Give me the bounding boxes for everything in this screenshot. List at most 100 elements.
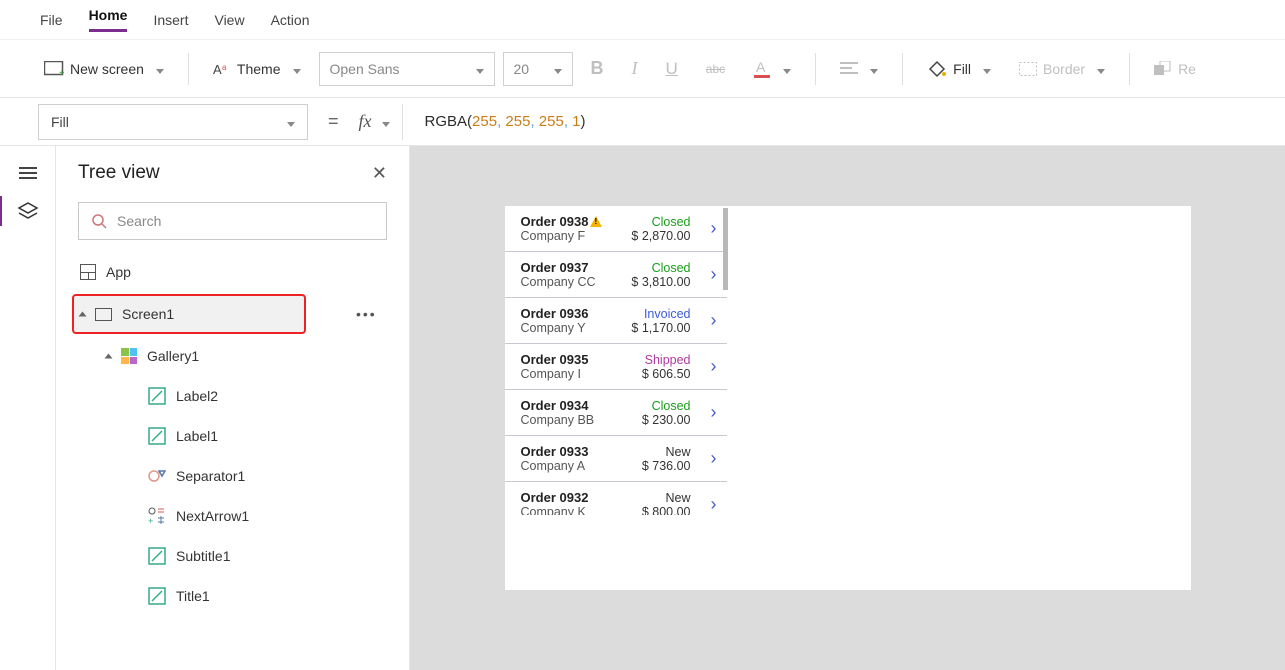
- menu-view[interactable]: View: [214, 12, 244, 28]
- chevron-down-icon: [977, 61, 991, 77]
- chevron-right-icon[interactable]: ›: [697, 448, 717, 469]
- bold-button[interactable]: B: [581, 52, 614, 85]
- new-screen-button[interactable]: + New screen: [34, 55, 174, 83]
- order-title: Order 0938: [521, 214, 626, 229]
- order-company: Company I: [521, 367, 636, 381]
- gallery-item[interactable]: Order 0936Invoiced›Company Y$ 1,170.00: [505, 298, 727, 344]
- chevron-right-icon[interactable]: ›: [697, 402, 717, 423]
- chevron-right-icon[interactable]: ›: [697, 264, 717, 285]
- chevron-right-icon[interactable]: ›: [697, 356, 717, 377]
- order-title: Order 0937: [521, 260, 626, 275]
- order-company: Company K: [521, 505, 636, 515]
- gallery-item[interactable]: Order 0935 Shipped › Company I $ 606.50: [505, 344, 727, 390]
- chevron-right-icon[interactable]: ›: [697, 310, 717, 331]
- menu-insert[interactable]: Insert: [153, 12, 188, 28]
- main-area: Tree view ✕ Search App Screen1 •••: [0, 146, 1285, 670]
- panel-title: Tree view: [78, 162, 160, 184]
- order-status: Closed: [631, 215, 690, 229]
- order-status: Closed: [642, 399, 691, 413]
- underline-button[interactable]: U: [656, 53, 688, 85]
- order-amount: $ 606.50: [642, 367, 691, 381]
- font-size-combo[interactable]: 20: [503, 52, 573, 86]
- chevron-down-icon: [470, 61, 484, 77]
- order-company: Company Y: [521, 321, 626, 335]
- formula-input[interactable]: RGBA(255, 255, 255, 1): [402, 104, 1285, 140]
- screen-preview[interactable]: Order 0938Closed›Company F$ 2,870.00Orde…: [505, 206, 1191, 590]
- order-amount: $ 2,870.00: [631, 229, 690, 243]
- svg-text:A: A: [756, 59, 766, 75]
- search-input[interactable]: Search: [78, 202, 387, 240]
- gallery-item[interactable]: Order 0937Closed›Company CC$ 3,810.00: [505, 252, 727, 298]
- expand-icon[interactable]: [105, 354, 113, 359]
- order-amount: $ 736.00: [642, 459, 691, 473]
- tree-view-tab[interactable]: [17, 200, 39, 222]
- menu-file[interactable]: File: [40, 12, 63, 28]
- design-canvas[interactable]: Order 0938Closed›Company F$ 2,870.00Orde…: [410, 146, 1285, 670]
- chevron-right-icon[interactable]: ›: [697, 218, 717, 239]
- fx-button[interactable]: fx: [359, 111, 390, 132]
- border-button[interactable]: Border: [1009, 55, 1115, 83]
- tree-label: Screen1: [122, 306, 174, 322]
- separator: [902, 53, 903, 85]
- tree: App Screen1 ••• Gallery1 Label2: [56, 252, 409, 616]
- fill-button[interactable]: Fill: [917, 54, 1001, 84]
- chevron-right-icon[interactable]: ›: [697, 494, 717, 515]
- order-amount: $ 3,810.00: [631, 275, 690, 289]
- formula-bar: Fill = fx RGBA(255, 255, 255, 1): [0, 98, 1285, 146]
- menu-home[interactable]: Home: [89, 7, 128, 32]
- separator: [1129, 53, 1130, 85]
- reorder-button[interactable]: Re: [1144, 55, 1206, 83]
- order-amount: $ 230.00: [642, 413, 691, 427]
- new-screen-icon: +: [44, 61, 64, 76]
- italic-button[interactable]: I: [622, 52, 648, 85]
- tree-node-subtitle1[interactable]: Subtitle1: [78, 536, 409, 576]
- tree-label: Gallery1: [147, 348, 199, 364]
- gallery-item[interactable]: Order 0934Closed›Company BB$ 230.00: [505, 390, 727, 436]
- separator: [188, 53, 189, 85]
- tree-label: Title1: [176, 588, 210, 604]
- chevron-down-icon: [150, 61, 164, 77]
- order-status: Shipped: [642, 353, 691, 367]
- menu-action[interactable]: Action: [271, 12, 310, 28]
- svg-text:A: A: [213, 62, 222, 77]
- gallery-item[interactable]: Order 0933New›Company A$ 736.00: [505, 436, 727, 482]
- font-family-combo[interactable]: Open Sans: [319, 52, 495, 86]
- gallery-preview[interactable]: Order 0938Closed›Company F$ 2,870.00Orde…: [505, 206, 727, 515]
- tree-node-gallery1[interactable]: Gallery1: [78, 336, 409, 376]
- svg-text:+: +: [59, 68, 64, 76]
- order-company: Company F: [521, 229, 626, 243]
- tree-node-screen1[interactable]: Screen1: [72, 294, 306, 334]
- tree-node-label1[interactable]: Label1: [78, 416, 409, 456]
- tree-node-nextarrow1[interactable]: + NextArrow1: [78, 496, 409, 536]
- chevron-down-icon: [548, 61, 562, 77]
- gallery-icon: [121, 348, 137, 364]
- strike-button[interactable]: abc: [696, 56, 735, 82]
- scrollbar[interactable]: [723, 208, 728, 290]
- more-options-button[interactable]: •••: [356, 306, 377, 322]
- separator-icon: [148, 467, 166, 485]
- tree-node-label2[interactable]: Label2: [78, 376, 409, 416]
- expand-icon[interactable]: [79, 312, 87, 317]
- tree-node-app[interactable]: App: [78, 252, 409, 292]
- font-color-icon: A: [753, 59, 771, 79]
- gallery-item[interactable]: Order 0932New›Company K$ 800.00: [505, 482, 727, 515]
- align-button[interactable]: [830, 55, 888, 83]
- formula-arg: 255: [539, 113, 564, 130]
- order-amount: $ 1,170.00: [631, 321, 690, 335]
- align-icon: [840, 62, 858, 76]
- close-icon[interactable]: ✕: [372, 163, 387, 184]
- hamburger-icon[interactable]: [19, 164, 37, 182]
- order-title: Order 0935: [521, 352, 636, 367]
- gallery-item[interactable]: Order 0938 Closed › Company F $ 2,870.00: [505, 206, 727, 252]
- tree-label: Subtitle1: [176, 548, 230, 564]
- tree-label: Label2: [176, 388, 218, 404]
- tree-label: Label1: [176, 428, 218, 444]
- tree-node-separator1[interactable]: Separator1: [78, 456, 409, 496]
- theme-button[interactable]: Aa Theme: [203, 55, 311, 83]
- left-rail: [0, 146, 56, 670]
- tree-node-title1[interactable]: Title1: [78, 576, 409, 616]
- order-status: New: [642, 445, 691, 459]
- font-color-button[interactable]: A: [743, 53, 801, 85]
- order-title: Order 0933: [521, 444, 636, 459]
- property-selector[interactable]: Fill: [38, 104, 308, 140]
